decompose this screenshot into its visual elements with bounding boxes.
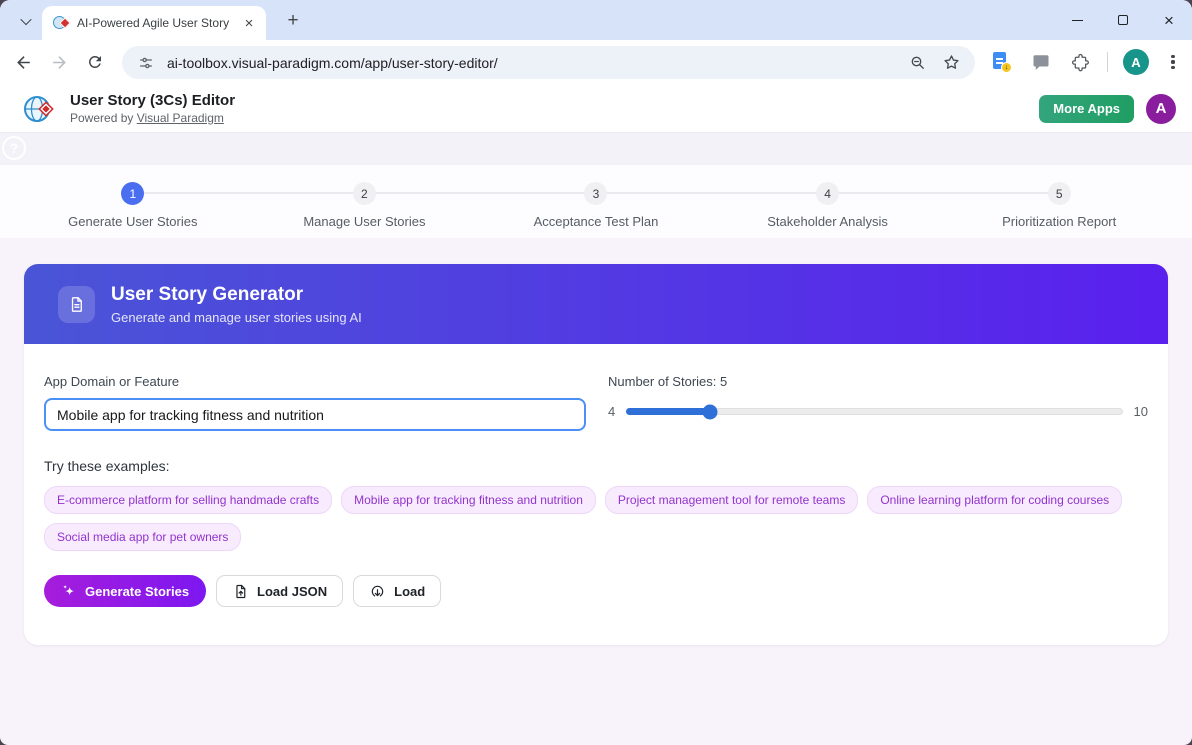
step-label: Stakeholder Analysis xyxy=(767,214,888,229)
example-chip[interactable]: Online learning platform for coding cour… xyxy=(867,486,1122,514)
step-number: 1 xyxy=(121,182,144,205)
step-number: 2 xyxy=(353,182,376,205)
example-chip[interactable]: E-commerce platform for selling handmade… xyxy=(44,486,332,514)
step-label: Generate User Stories xyxy=(68,214,197,229)
banner-text: User Story Generator Generate and manage… xyxy=(111,284,362,325)
example-chips: E-commerce platform for selling handmade… xyxy=(44,486,1148,551)
banner-subtitle: Generate and manage user stories using A… xyxy=(111,310,362,325)
user-avatar[interactable]: A xyxy=(1146,94,1176,124)
site-settings-icon[interactable] xyxy=(134,51,158,75)
generate-stories-button[interactable]: Generate Stories xyxy=(44,575,206,607)
window-controls: × xyxy=(1054,0,1192,40)
sparkles-icon xyxy=(61,583,77,599)
browser-tab[interactable]: AI-Powered Agile User Story 3C × xyxy=(42,6,266,40)
file-upload-icon xyxy=(232,583,249,600)
step-manage-user-stories[interactable]: 2 Manage User Stories xyxy=(249,165,481,238)
domain-field-label: App Domain or Feature xyxy=(44,374,586,389)
banner-title: User Story Generator xyxy=(111,284,362,306)
document-icon xyxy=(58,286,95,323)
browser-profile-avatar[interactable]: A xyxy=(1123,49,1149,75)
forward-button[interactable] xyxy=(45,48,73,76)
stories-count-label: Number of Stories: 5 xyxy=(608,374,1148,389)
docs-offline-icon[interactable]: ↓ xyxy=(990,50,1014,74)
visual-paradigm-link[interactable]: Visual Paradigm xyxy=(137,111,224,125)
close-icon: × xyxy=(1164,12,1174,29)
app-header: User Story (3Cs) Editor Powered by Visua… xyxy=(0,85,1192,133)
forward-arrow-icon xyxy=(50,53,69,72)
powered-by: Powered by Visual Paradigm xyxy=(70,111,235,125)
feedback-comment-icon[interactable] xyxy=(1029,50,1053,74)
step-number: 3 xyxy=(584,182,607,205)
minimize-button[interactable] xyxy=(1054,0,1100,40)
stories-slider-fill xyxy=(626,408,708,415)
step-generate-user-stories[interactable]: 1 Generate User Stories xyxy=(17,165,249,238)
user-story-generator-card: User Story Generator Generate and manage… xyxy=(24,264,1168,645)
slider-min-label: 4 xyxy=(608,404,615,419)
action-buttons: Generate Stories Load JSON Load xyxy=(44,575,1148,607)
generator-form: App Domain or Feature Number of Stories:… xyxy=(24,344,1168,607)
download-circle-icon xyxy=(369,583,386,600)
back-button[interactable] xyxy=(9,48,37,76)
stories-slider-row: 4 10 xyxy=(608,404,1148,419)
address-bar[interactable]: ai-toolbox.visual-paradigm.com/app/user-… xyxy=(122,46,975,79)
step-number: 5 xyxy=(1048,182,1071,205)
example-chip[interactable]: Mobile app for tracking fitness and nutr… xyxy=(341,486,596,514)
step-prioritization-report[interactable]: 5 Prioritization Report xyxy=(943,165,1175,238)
step-acceptance-test-plan[interactable]: 3 Acceptance Test Plan xyxy=(480,165,712,238)
zoom-out-icon[interactable] xyxy=(906,51,930,75)
bookmark-star-icon[interactable] xyxy=(939,51,963,75)
tab-search-button[interactable] xyxy=(12,10,40,32)
maximize-button[interactable] xyxy=(1100,0,1146,40)
help-icon[interactable]: ? xyxy=(2,136,26,160)
extensions-puzzle-icon[interactable] xyxy=(1068,50,1092,74)
close-button[interactable]: × xyxy=(1146,0,1192,40)
slider-max-label: 10 xyxy=(1134,404,1148,419)
stories-slider-thumb[interactable] xyxy=(702,404,717,419)
stories-slider[interactable] xyxy=(626,408,1122,415)
load-button[interactable]: Load xyxy=(353,575,441,607)
browser-window: AI-Powered Agile User Story 3C × + × ai-… xyxy=(0,0,1192,745)
examples-label: Try these examples: xyxy=(44,458,1148,474)
new-tab-button[interactable]: + xyxy=(280,8,306,34)
browser-menu-icon[interactable] xyxy=(1164,55,1182,70)
help-band: ? xyxy=(0,133,1192,165)
generate-stories-label: Generate Stories xyxy=(85,584,189,599)
back-arrow-icon xyxy=(14,53,33,72)
reload-button[interactable] xyxy=(81,48,109,76)
step-number: 4 xyxy=(816,182,839,205)
step-label: Prioritization Report xyxy=(1002,214,1116,229)
browser-toolbar: ai-toolbox.visual-paradigm.com/app/user-… xyxy=(0,40,1192,85)
app-header-titles: User Story (3Cs) Editor Powered by Visua… xyxy=(70,92,235,125)
load-json-button[interactable]: Load JSON xyxy=(216,575,343,607)
chevron-down-icon xyxy=(20,14,31,25)
step-label: Acceptance Test Plan xyxy=(534,214,659,229)
example-chip[interactable]: Project management tool for remote teams xyxy=(605,486,858,514)
reload-icon xyxy=(86,53,104,71)
tab-title: AI-Powered Agile User Story 3C xyxy=(77,16,232,30)
url-text[interactable]: ai-toolbox.visual-paradigm.com/app/user-… xyxy=(167,55,897,71)
step-stakeholder-analysis[interactable]: 4 Stakeholder Analysis xyxy=(712,165,944,238)
load-json-label: Load JSON xyxy=(257,584,327,599)
wizard-stepper: 1 Generate User Stories 2 Manage User St… xyxy=(0,165,1192,238)
visual-paradigm-favicon-icon xyxy=(53,15,69,31)
toolbar-divider xyxy=(1107,52,1108,72)
step-label: Manage User Stories xyxy=(303,214,425,229)
visual-paradigm-logo xyxy=(22,91,58,127)
more-apps-button[interactable]: More Apps xyxy=(1039,95,1134,123)
load-label: Load xyxy=(394,584,425,599)
tab-close-icon[interactable]: × xyxy=(240,14,258,32)
domain-input[interactable] xyxy=(44,398,586,431)
toolbar-right-icons: ↓ A xyxy=(990,48,1182,76)
example-chip[interactable]: Social media app for pet owners xyxy=(44,523,241,551)
app-title: User Story (3Cs) Editor xyxy=(70,92,235,111)
maximize-icon xyxy=(1118,15,1128,25)
browser-titlebar: AI-Powered Agile User Story 3C × + × xyxy=(0,0,1192,40)
minimize-icon xyxy=(1072,20,1083,21)
generator-banner: User Story Generator Generate and manage… xyxy=(24,264,1168,344)
